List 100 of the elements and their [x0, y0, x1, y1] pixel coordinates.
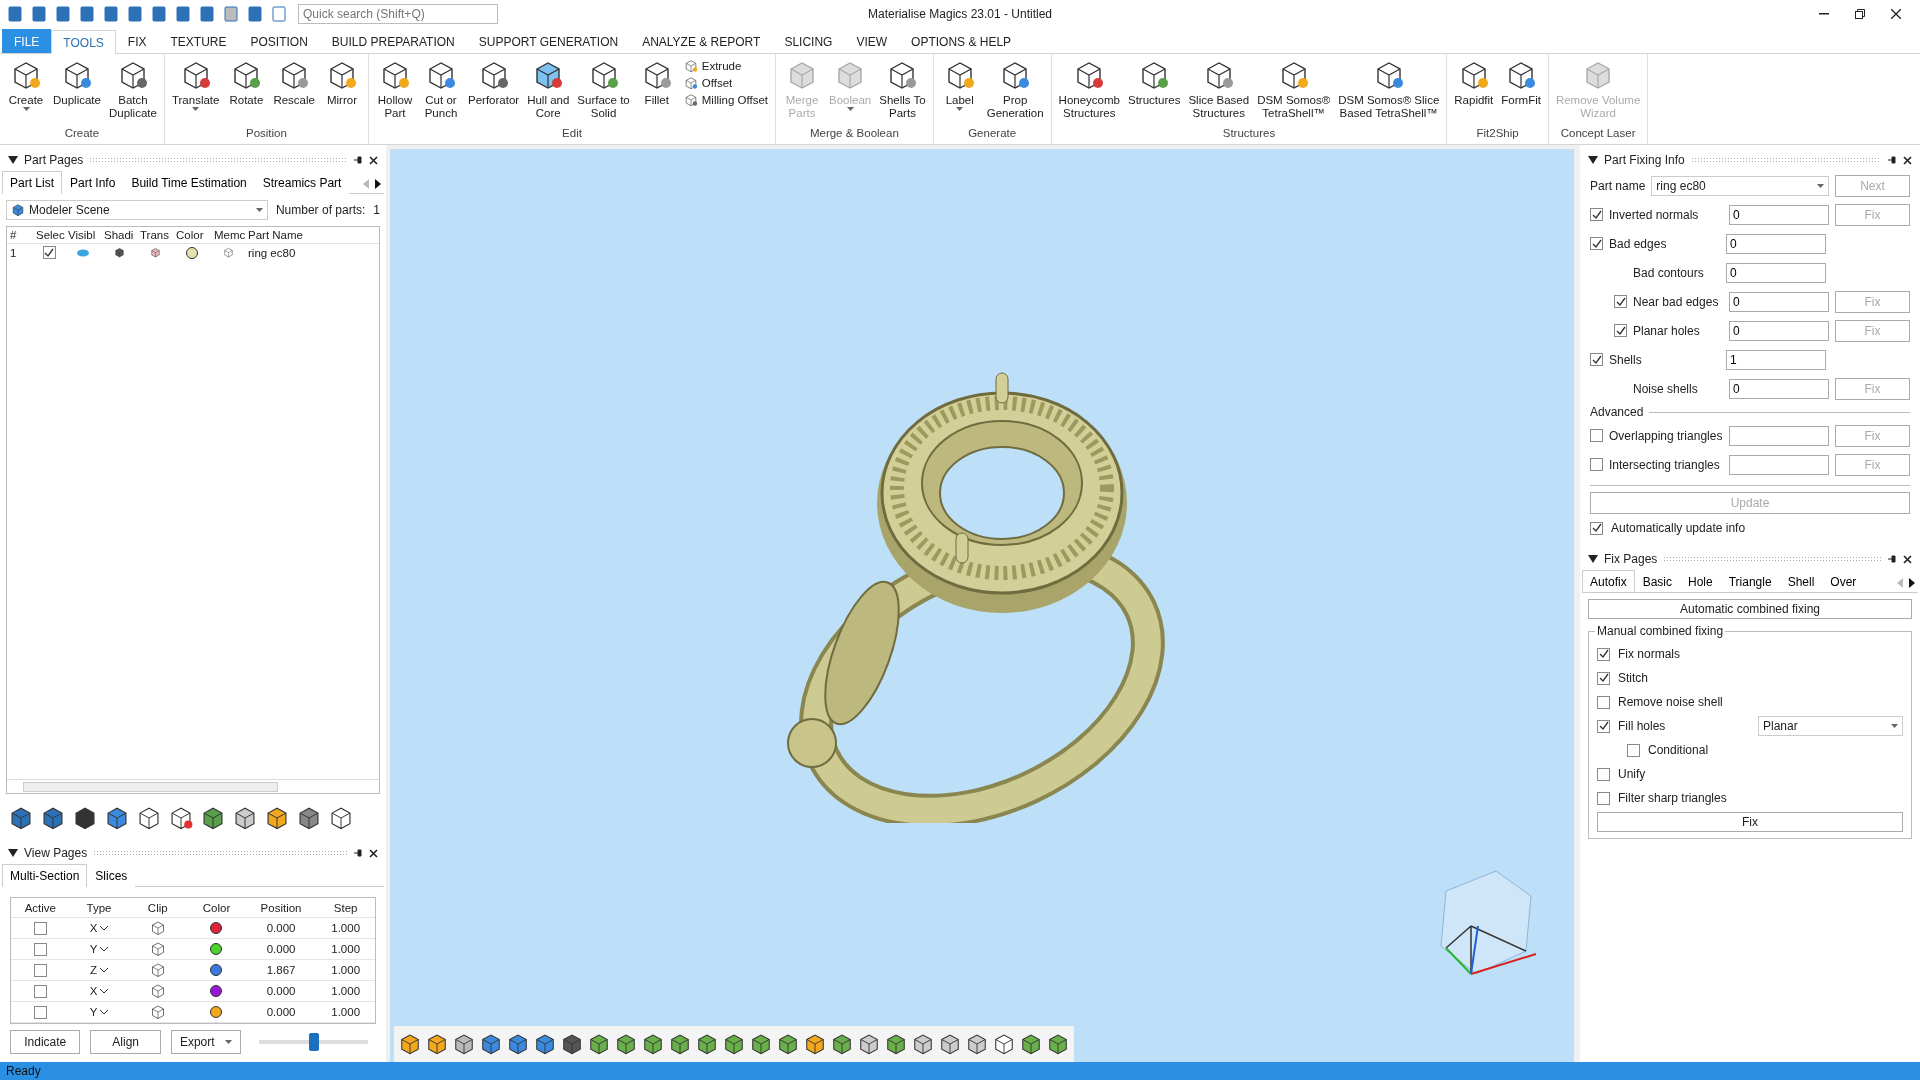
- part-name-dropdown[interactable]: ring ec80: [1651, 175, 1830, 196]
- group-label: Merge & Boolean: [808, 127, 900, 141]
- search-field[interactable]: Quick search (Shift+Q): [298, 4, 498, 24]
- count-field[interactable]: 0: [1729, 291, 1829, 312]
- count-field[interactable]: 0: [1726, 262, 1826, 283]
- column-header[interactable]: Trans: [137, 229, 173, 241]
- count-field[interactable]: 1: [1726, 349, 1826, 370]
- ribbon-button[interactable]: Offset: [680, 76, 771, 90]
- column-header[interactable]: Visibl: [65, 229, 101, 241]
- ribbon-tab[interactable]: POSITION: [238, 29, 320, 53]
- type-dropdown[interactable]: X: [69, 985, 129, 997]
- ribbon-button[interactable]: Milling Offset: [680, 93, 771, 107]
- type-dropdown[interactable]: X: [69, 922, 129, 934]
- ribbon-tab[interactable]: SLICING: [772, 29, 845, 53]
- table-cell-text: 1.000: [330, 1006, 362, 1018]
- ribbon-tab[interactable]: FIX: [115, 29, 159, 53]
- type-dropdown[interactable]: Y: [69, 943, 129, 955]
- count-field[interactable]: 0: [1729, 320, 1829, 341]
- count-field[interactable]: 0: [1729, 378, 1829, 399]
- ribbon-button[interactable]: Perforator: [465, 57, 523, 109]
- column-header[interactable]: Color: [187, 901, 246, 914]
- column-header[interactable]: Type: [69, 901, 129, 914]
- ribbon-button[interactable]: FormFit: [1498, 57, 1544, 109]
- column-header[interactable]: Memc: [211, 229, 245, 241]
- field-label: Shells: [1609, 352, 1642, 367]
- ribbon-tab[interactable]: BUILD PREPARATION: [319, 29, 467, 53]
- ribbon-button[interactable]: Create: [4, 57, 48, 113]
- ribbon-button[interactable]: Rapidfit: [1451, 57, 1497, 109]
- ribbon-tab[interactable]: VIEW: [844, 29, 900, 53]
- tab[interactable]: Multi-Section: [2, 864, 88, 887]
- ribbon-button[interactable]: Mirror: [320, 57, 364, 109]
- ribbon-button[interactable]: Rescale: [270, 57, 318, 109]
- option-label: Fill holes: [1618, 719, 1667, 733]
- ribbon-tab[interactable]: TEXTURE: [158, 29, 239, 53]
- option-label: Filter sharp triangles: [1618, 791, 1727, 805]
- ribbon-button[interactable]: Label: [937, 57, 982, 113]
- ribbon-button[interactable]: Translate: [168, 57, 223, 113]
- table-cell-text: ring ec80: [247, 246, 297, 259]
- table-cell-text: 1.867: [265, 964, 297, 976]
- table-cell-text: 0.000: [265, 985, 297, 997]
- column-header[interactable]: Position: [245, 901, 317, 914]
- ribbon-button[interactable]: DSM Somos® TetraShell™: [1254, 57, 1334, 122]
- group-label: Position: [245, 127, 288, 141]
- column-header[interactable]: Shadi: [101, 229, 137, 241]
- ribbon-button[interactable]: Rotate: [224, 57, 269, 109]
- ribbon-button[interactable]: Slice Based Structures: [1185, 57, 1253, 122]
- option-label: Unify: [1618, 767, 1646, 781]
- column-header[interactable]: Active: [11, 901, 70, 914]
- ribbon-button[interactable]: Batch Duplicate: [105, 57, 160, 122]
- button[interactable]: Align: [90, 1030, 161, 1054]
- field-label: Noise shells: [1633, 381, 1698, 396]
- column-header[interactable]: Selec: [33, 229, 65, 241]
- ribbon-button[interactable]: Shells To Parts: [876, 57, 929, 122]
- ribbon-button[interactable]: Surface to Solid: [574, 57, 633, 122]
- ribbon-button[interactable]: Hollow Part: [373, 57, 417, 122]
- ribbon-tab[interactable]: ANALYZE & REPORT: [630, 29, 773, 53]
- group-label: Create: [63, 127, 101, 141]
- table-cell-text: 0.000: [265, 1006, 297, 1018]
- ribbon-tab[interactable]: SUPPORT GENERATION: [466, 29, 631, 53]
- field-label: Part name: [1590, 178, 1646, 193]
- ribbon-tab[interactable]: TOOLS: [51, 30, 116, 54]
- ribbon-button[interactable]: Fillet: [634, 57, 679, 109]
- column-header[interactable]: Clip: [128, 901, 188, 914]
- tab[interactable]: Part List: [2, 171, 62, 194]
- fill-mode-dropdown[interactable]: Planar: [1758, 716, 1903, 736]
- column-header[interactable]: Step: [316, 901, 375, 914]
- panel-title: Fix Pages: [1604, 552, 1658, 566]
- count-field[interactable]: 0: [1729, 204, 1829, 225]
- ribbon-button[interactable]: Cut or Punch: [419, 57, 463, 122]
- ribbon-tab[interactable]: OPTIONS & HELP: [899, 29, 1024, 53]
- ribbon-button[interactable]: Prop Generation: [983, 57, 1047, 122]
- option-label: Fix normals: [1618, 647, 1680, 661]
- field-label: Inverted normals: [1609, 207, 1699, 222]
- export-button[interactable]: Export: [170, 1030, 242, 1054]
- button[interactable]: Indicate: [10, 1030, 81, 1054]
- column-header[interactable]: Part Name: [245, 229, 379, 241]
- type-dropdown[interactable]: Z: [69, 964, 129, 976]
- field-label: Bad edges: [1609, 236, 1667, 251]
- tab[interactable]: Autofix: [1582, 570, 1635, 592]
- field-label: Bad contours: [1633, 265, 1704, 280]
- option-label: Conditional: [1648, 743, 1709, 757]
- scene-dropdown[interactable]: Modeler Scene: [6, 200, 268, 220]
- group-label: Structures: [1221, 127, 1277, 141]
- fix-button[interactable]: Fix: [1597, 812, 1903, 832]
- ribbon-button[interactable]: Structures: [1125, 57, 1184, 109]
- ribbon-button[interactable]: Hull and Core: [524, 57, 573, 122]
- group-label: Concept Laser: [1559, 127, 1637, 141]
- ribbon-button[interactable]: Extrude: [680, 59, 771, 73]
- ribbon-button[interactable]: DSM Somos® Slice Based TetraShell™: [1335, 57, 1443, 122]
- type-dropdown[interactable]: Y: [69, 1006, 129, 1018]
- ribbon-button[interactable]: Honeycomb Structures: [1055, 57, 1123, 122]
- table-cell-text: 1.000: [330, 943, 362, 955]
- column-header[interactable]: Color: [173, 229, 211, 241]
- parts-count: 1: [373, 203, 380, 217]
- option-label: Automatically update info: [1611, 521, 1746, 535]
- column-header[interactable]: #: [7, 229, 33, 241]
- auto-fix-button[interactable]: Automatic combined fixing: [1588, 599, 1912, 619]
- window-title: Materialise Magics 23.01 - Untitled: [867, 7, 1053, 21]
- ribbon-button[interactable]: Duplicate: [50, 57, 104, 109]
- count-field[interactable]: 0: [1726, 233, 1826, 254]
